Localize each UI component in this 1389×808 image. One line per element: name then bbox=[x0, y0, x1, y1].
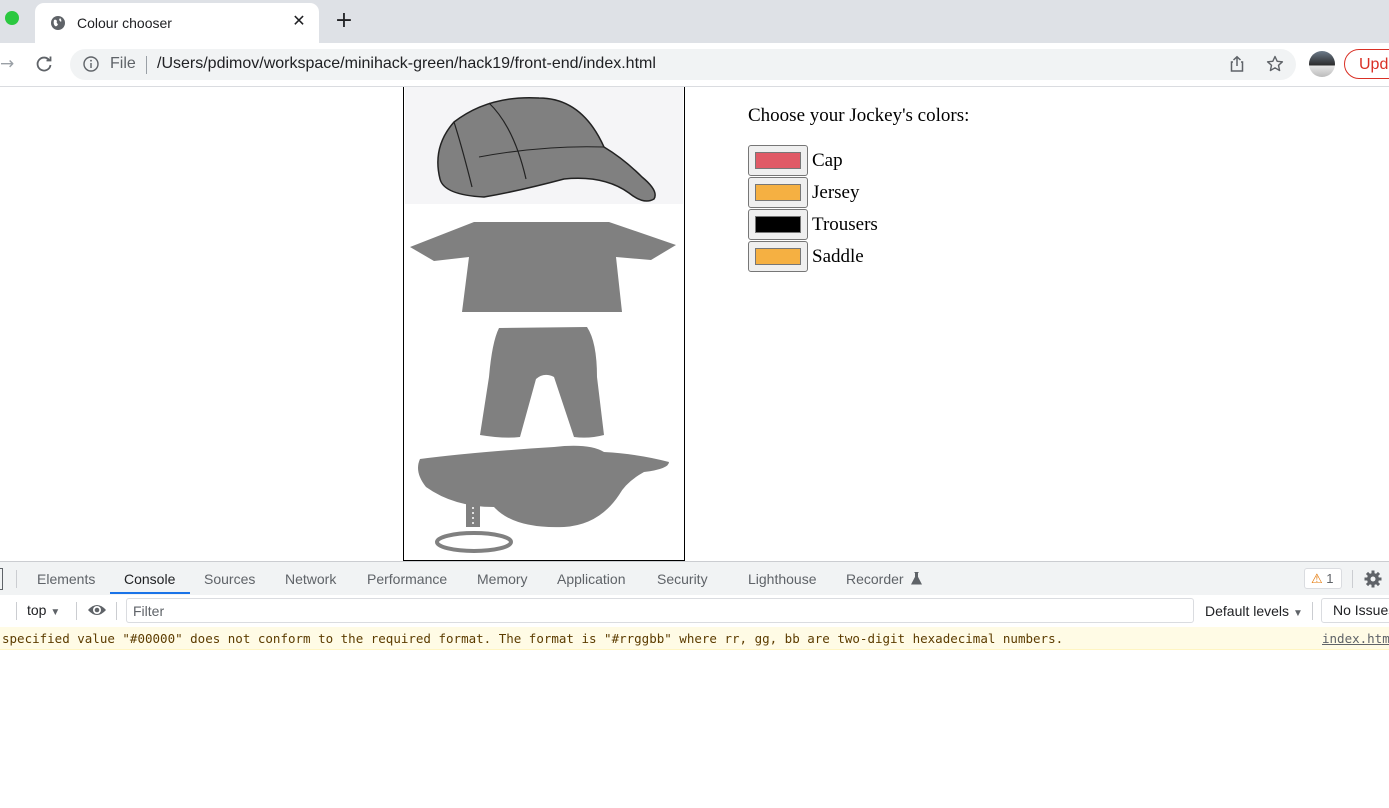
context-selector[interactable]: top ▼ bbox=[27, 602, 60, 618]
profile-avatar[interactable] bbox=[1309, 51, 1335, 77]
device-toolbar-icon[interactable] bbox=[0, 568, 3, 590]
console-warning-message: specified value "#00000" does not confor… bbox=[0, 627, 1389, 650]
tab-lighthouse[interactable]: Lighthouse bbox=[748, 571, 817, 587]
jersey-label: Jersey bbox=[812, 182, 860, 203]
tab-network[interactable]: Network bbox=[285, 571, 336, 587]
bookmark-star-icon[interactable] bbox=[1266, 55, 1284, 73]
trousers-color-input[interactable] bbox=[748, 209, 808, 240]
scheme-label: File bbox=[110, 55, 136, 72]
new-tab-icon[interactable]: + bbox=[333, 10, 355, 32]
tab-sources[interactable]: Sources bbox=[204, 571, 255, 587]
filterbar-divider-2 bbox=[76, 602, 77, 620]
warning-icon: ⚠ bbox=[1311, 571, 1323, 586]
forward-arrow-icon[interactable]: → bbox=[0, 54, 16, 74]
tab-strip: Colour chooser ✕ + bbox=[0, 0, 1389, 43]
window-zoom-button[interactable] bbox=[5, 11, 19, 25]
tab-application[interactable]: Application bbox=[557, 571, 626, 587]
cap-label: Cap bbox=[812, 150, 843, 171]
tab-elements[interactable]: Elements bbox=[37, 571, 95, 587]
tab-title: Colour chooser bbox=[77, 15, 172, 31]
log-levels-dropdown[interactable]: Default levels ▼ bbox=[1205, 603, 1303, 619]
saddle-color-input[interactable] bbox=[748, 241, 808, 272]
jockey-preview bbox=[403, 87, 685, 561]
jersey-image bbox=[410, 222, 676, 312]
console-message-text: specified value "#00000" does not confor… bbox=[2, 631, 1064, 646]
saddle-swatch bbox=[755, 248, 801, 265]
address-bar[interactable]: File /Users/pdimov/workspace/minihack-gr… bbox=[70, 49, 1296, 80]
console-filter-bar: top ▼ Default levels ▼ No Issues bbox=[0, 595, 1389, 628]
tabbar-divider bbox=[16, 570, 17, 588]
devtools-tabbar: Elements Console Sources Network Perform… bbox=[0, 562, 1389, 596]
page-heading: Choose your Jockey's colors: bbox=[748, 105, 970, 126]
devtools-panel: Elements Console Sources Network Perform… bbox=[0, 561, 1389, 808]
trousers-swatch bbox=[755, 216, 801, 233]
url-text[interactable]: /Users/pdimov/workspace/minihack-green/h… bbox=[157, 55, 656, 73]
update-button[interactable]: Upd bbox=[1344, 49, 1389, 79]
tab-performance[interactable]: Performance bbox=[367, 571, 447, 587]
eye-icon[interactable] bbox=[87, 602, 107, 618]
console-source-link[interactable]: index.html bbox=[1322, 631, 1389, 646]
saddle-label: Saddle bbox=[812, 246, 864, 267]
tabbar-divider-right bbox=[1352, 570, 1353, 588]
log-levels-label: Default levels bbox=[1205, 603, 1290, 619]
tab-memory[interactable]: Memory bbox=[477, 571, 528, 587]
active-tab-indicator bbox=[110, 592, 190, 594]
dropdown-caret-icon: ▼ bbox=[50, 607, 61, 618]
tab-console[interactable]: Console bbox=[124, 571, 175, 587]
context-value: top bbox=[27, 602, 47, 618]
jersey-swatch bbox=[755, 184, 801, 201]
browser-toolbar: → File /Users/pdimov/workspace/minihack-… bbox=[0, 43, 1389, 87]
settings-gear-icon[interactable] bbox=[1363, 569, 1383, 589]
trousers-label: Trousers bbox=[812, 214, 878, 235]
warning-count: 1 bbox=[1326, 571, 1334, 586]
issues-button[interactable]: No Issues bbox=[1321, 598, 1389, 623]
cap-swatch bbox=[755, 152, 801, 169]
close-tab-icon[interactable]: ✕ bbox=[291, 13, 307, 29]
share-icon[interactable] bbox=[1228, 55, 1246, 73]
levels-caret-icon: ▼ bbox=[1292, 608, 1303, 619]
browser-tab[interactable]: Colour chooser ✕ bbox=[35, 3, 319, 43]
globe-icon bbox=[51, 16, 65, 30]
saddle-image bbox=[418, 445, 669, 553]
jersey-color-input[interactable] bbox=[748, 177, 808, 208]
cap-color-input[interactable] bbox=[748, 145, 808, 176]
tab-recorder[interactable]: Recorder bbox=[846, 571, 904, 587]
console-filter-input[interactable] bbox=[126, 598, 1194, 623]
web-page: Choose your Jockey's colors: Cap Jersey … bbox=[0, 87, 1389, 561]
warnings-badge[interactable]: ⚠ 1 bbox=[1304, 568, 1342, 589]
tab-security[interactable]: Security bbox=[657, 571, 708, 587]
filterbar-divider-3 bbox=[116, 602, 117, 620]
filterbar-divider bbox=[16, 602, 17, 620]
address-separator bbox=[146, 56, 147, 74]
reload-icon[interactable] bbox=[34, 54, 54, 74]
info-icon[interactable] bbox=[83, 56, 99, 72]
flask-icon bbox=[911, 572, 922, 585]
trousers-image bbox=[480, 327, 604, 438]
filterbar-divider-4 bbox=[1312, 602, 1313, 620]
